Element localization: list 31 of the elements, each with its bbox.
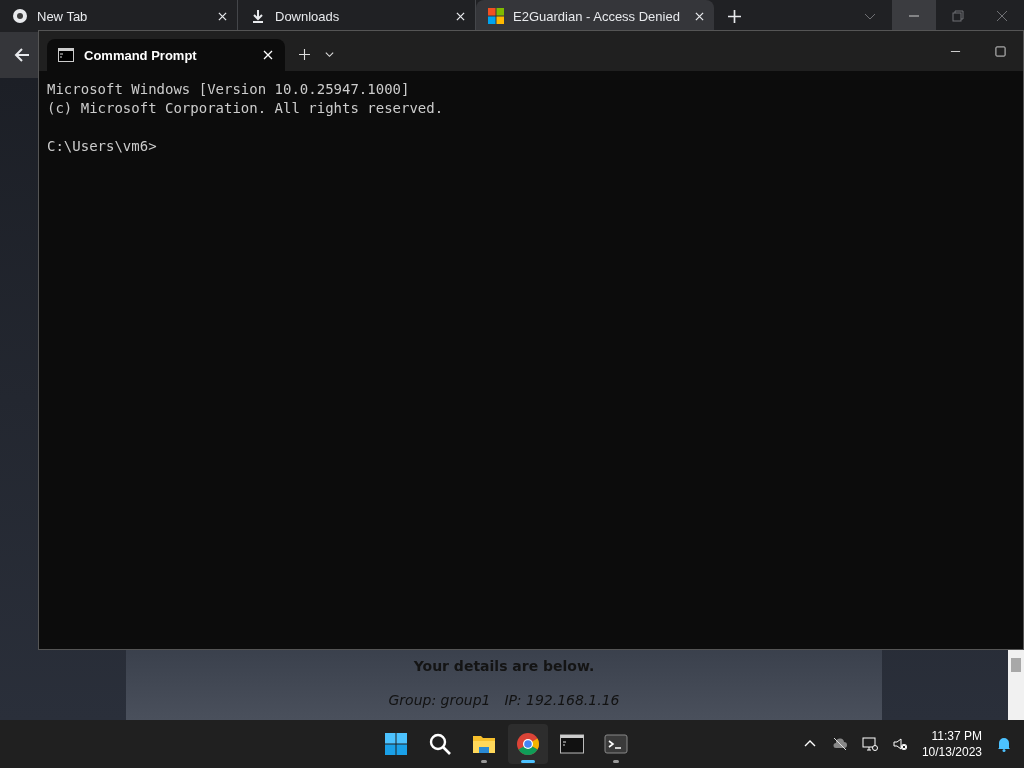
speaker-muted-icon[interactable] — [891, 736, 908, 752]
console-output-line: (c) Microsoft Corporation. All rights reserved. — [47, 99, 444, 118]
ip-text: IP: 192.168.1.16 — [504, 692, 620, 708]
search-icon — [428, 732, 452, 756]
command-prompt-line[interactable]: C:\Users\vm6> — [47, 137, 157, 156]
browser-tab[interactable]: E2Guardian - Access Denied — [476, 0, 714, 32]
chrome-icon — [516, 732, 540, 756]
clock-time[interactable]: 11:37 PM — [931, 728, 982, 744]
chrome-icon — [12, 8, 28, 24]
bell-icon[interactable] — [996, 736, 1012, 752]
chevron-down-icon[interactable] — [324, 49, 335, 60]
maximize-icon[interactable] — [995, 46, 1006, 57]
network-icon[interactable] — [861, 736, 878, 752]
scrollbar[interactable] — [1008, 648, 1024, 720]
restore-icon[interactable] — [952, 10, 964, 22]
console-output-line: Microsoft Windows [Version 10.0.25947.1000] — [47, 80, 410, 99]
windows-logo-icon — [488, 8, 504, 24]
clock-date[interactable]: 10/13/2023 — [921, 744, 982, 760]
cloud-off-icon[interactable] — [831, 736, 848, 752]
new-tab-icon[interactable] — [728, 9, 741, 23]
taskbar-app-button[interactable] — [508, 724, 548, 764]
console-icon — [58, 48, 74, 62]
console-icon — [560, 732, 584, 756]
back-icon[interactable] — [14, 47, 30, 63]
terminal-icon — [604, 732, 628, 756]
new-tab-icon[interactable] — [299, 49, 310, 60]
start-icon — [384, 732, 408, 756]
download-icon — [250, 8, 266, 24]
terminal-tab[interactable]: Command Prompt — [47, 39, 285, 71]
group-text: Group: group1 — [388, 692, 491, 708]
details-heading: Your details are below. — [413, 658, 595, 674]
